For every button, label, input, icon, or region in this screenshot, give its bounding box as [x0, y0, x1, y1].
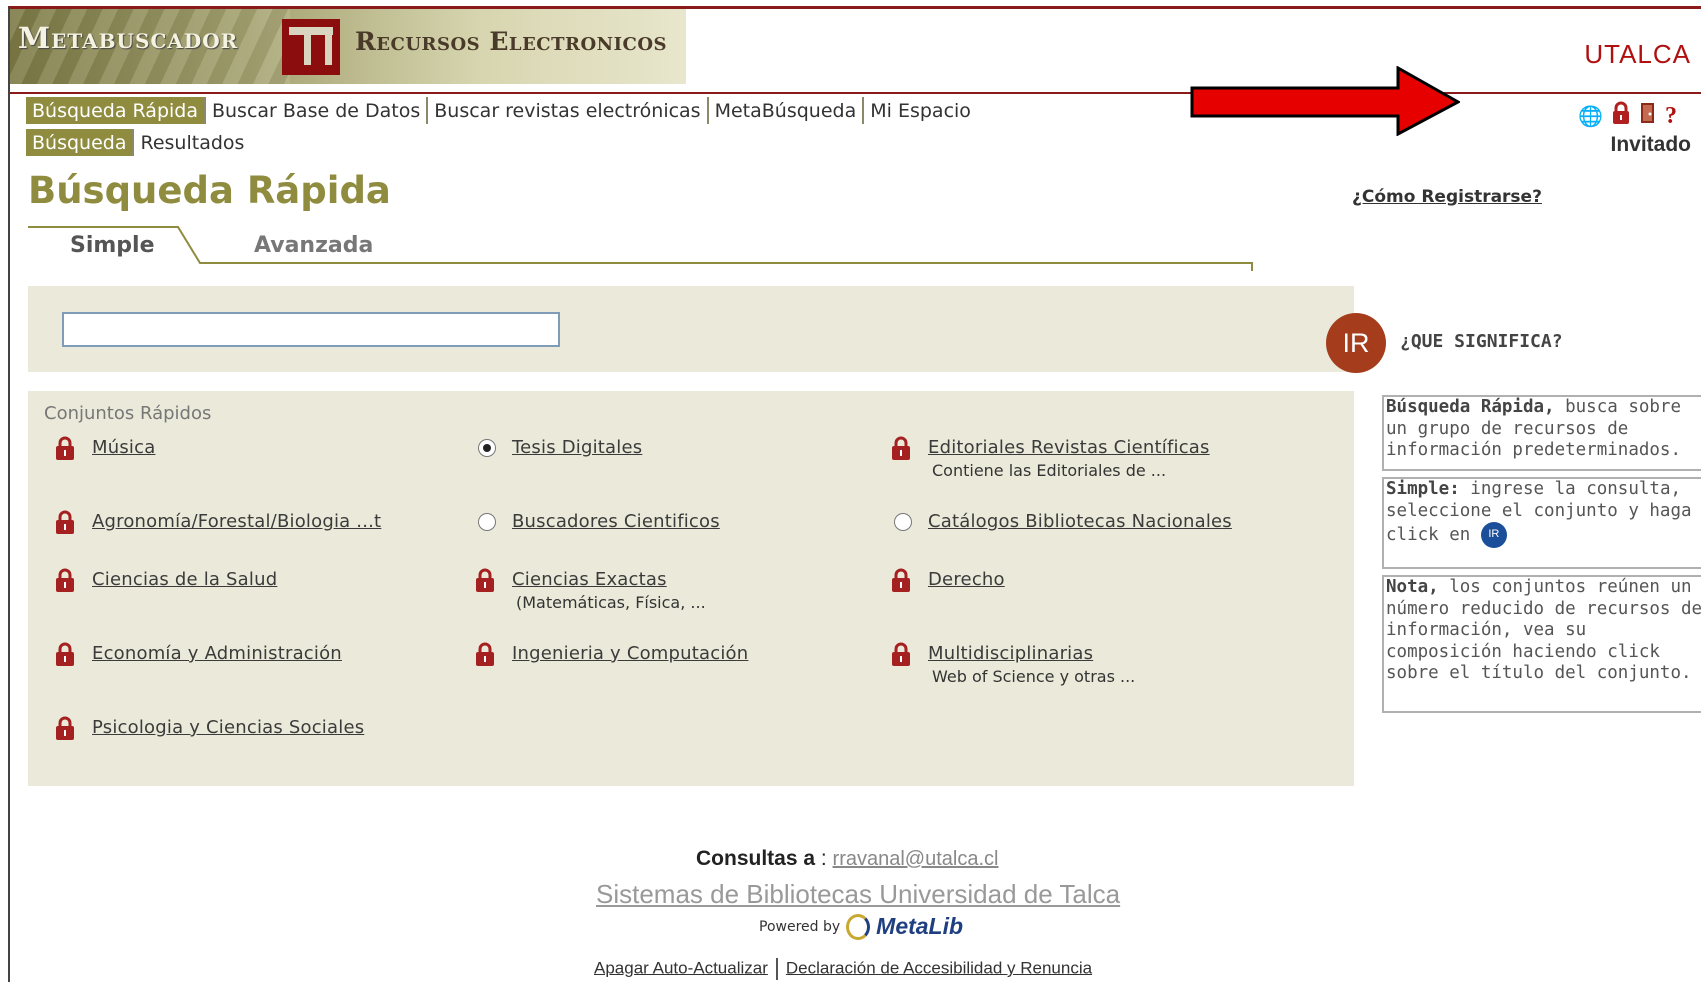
- set-name[interactable]: Buscadores Cientificos: [512, 511, 720, 532]
- secondary-nav: Búsqueda Resultados: [26, 129, 250, 156]
- header-banner: Metabuscador Recursos Electronicos: [10, 9, 686, 84]
- set-name[interactable]: Catálogos Bibliotecas Nacionales: [928, 511, 1232, 532]
- tab-simple-label: Simple: [70, 233, 155, 258]
- radio-icon[interactable]: [478, 513, 496, 531]
- search-input[interactable]: [62, 312, 560, 347]
- quick-sets-panel: Conjuntos Rápidos Música Tesis Digitales…: [28, 391, 1354, 786]
- brand-metabuscador: Metabuscador: [18, 21, 239, 55]
- auto-refresh-link[interactable]: Apagar Auto-Actualizar: [594, 958, 768, 977]
- footer-divider: [775, 958, 778, 980]
- lock-icon: [474, 567, 496, 593]
- red-arrow-annotation: [1190, 66, 1460, 136]
- subnav-busqueda[interactable]: Búsqueda: [26, 129, 133, 156]
- library-link[interactable]: Sistemas de Bibliotecas Universidad de T…: [596, 879, 1120, 910]
- lock-icon: [890, 435, 912, 461]
- subnav-resultados[interactable]: Resultados: [132, 129, 250, 156]
- help-box-simple: Simple: ingrese la consulta, seleccione …: [1382, 477, 1701, 569]
- nav-metabusqueda[interactable]: MetaBúsqueda: [706, 97, 863, 124]
- set-name[interactable]: Ciencias de la Salud: [92, 569, 277, 590]
- exit-door-icon[interactable]: [1639, 101, 1657, 130]
- contact-email-link[interactable]: rravanal@utalca.cl: [833, 848, 999, 870]
- ir-search-button[interactable]: IR: [1326, 313, 1386, 373]
- user-status: Invitado: [1610, 133, 1691, 156]
- lock-icon: [54, 641, 76, 667]
- tab-simple[interactable]: Simple: [28, 221, 218, 265]
- utalca-logo: [282, 19, 340, 75]
- nav-busqueda-rapida[interactable]: Búsqueda Rápida: [26, 97, 204, 124]
- lock-icon: [54, 567, 76, 593]
- user-toolbar: 🌐 ?: [1578, 101, 1677, 130]
- radio-selected-icon[interactable]: [478, 439, 496, 457]
- institution-name: UTALCA: [1584, 39, 1691, 69]
- page-title: Búsqueda Rápida: [28, 169, 391, 212]
- footer-links: Apagar Auto-Actualizar Declaración de Acc…: [594, 958, 1092, 980]
- help-bold: Nota,: [1386, 577, 1439, 597]
- ir-small-icon: IR: [1480, 522, 1507, 548]
- page: Metabuscador Recursos Electronicos UTALC…: [8, 6, 1701, 982]
- powered-by: Powered by MetaLib: [759, 913, 963, 940]
- set-desc: Contiene las Editoriales de ...: [932, 461, 1167, 480]
- help-bold: Simple:: [1386, 479, 1460, 499]
- powered-by-label: Powered by: [759, 918, 841, 935]
- set-name[interactable]: Tesis Digitales: [512, 437, 642, 458]
- help-bold: Búsqueda Rápida,: [1386, 397, 1555, 417]
- nav-buscar-base-datos[interactable]: Buscar Base de Datos: [203, 97, 426, 124]
- help-icon[interactable]: ?: [1665, 104, 1677, 128]
- globe-icon[interactable]: 🌐: [1578, 104, 1603, 128]
- lock-icon[interactable]: [1611, 101, 1631, 130]
- tab-outline: [28, 226, 1253, 271]
- contact-separator: :: [815, 847, 833, 870]
- help-box-nota: Nota, los conjuntos reúnen un número red…: [1382, 575, 1701, 713]
- search-tabs: Simple Avanzada: [28, 221, 1368, 271]
- set-name[interactable]: Agronomía/Forestal/Biologia ...t: [92, 511, 381, 532]
- set-name[interactable]: Música: [92, 437, 155, 458]
- set-desc: (Matemáticas, Física, ...: [516, 593, 706, 612]
- quick-sets-title: Conjuntos Rápidos: [44, 403, 212, 424]
- set-name[interactable]: Ciencias Exactas: [512, 569, 667, 590]
- lock-icon: [890, 641, 912, 667]
- tab-avanzada[interactable]: Avanzada: [254, 233, 373, 258]
- metalib-name: MetaLib: [876, 913, 964, 939]
- lock-icon: [474, 641, 496, 667]
- set-name[interactable]: Multidisciplinarias: [928, 643, 1093, 664]
- set-name[interactable]: Editoriales Revistas Científicas: [928, 437, 1210, 458]
- set-name[interactable]: Derecho: [928, 569, 1005, 590]
- lock-icon: [54, 509, 76, 535]
- lock-icon: [54, 435, 76, 461]
- nav-mi-espacio[interactable]: Mi Espacio: [862, 97, 977, 124]
- set-name[interactable]: Economía y Administración: [92, 643, 342, 664]
- nav-buscar-revistas[interactable]: Buscar revistas electrónicas: [426, 97, 706, 124]
- contact-line: Consultas a : rravanal@utalca.cl: [696, 847, 998, 871]
- accessibility-link[interactable]: Declaración de Accesibilidad y Renuncia: [786, 958, 1092, 977]
- set-desc: Web of Science y otras ...: [932, 667, 1136, 686]
- set-name[interactable]: Psicologia y Ciencias Sociales: [92, 717, 364, 738]
- radio-icon[interactable]: [894, 513, 912, 531]
- help-box-busqueda-rapida: Búsqueda Rápida, busca sobre un grupo de…: [1382, 395, 1701, 471]
- lock-icon: [890, 567, 912, 593]
- set-name[interactable]: Ingenieria y Computación: [512, 643, 748, 664]
- brand-recursos: Recursos Electronicos: [355, 27, 668, 56]
- metalib-logo-icon: [846, 913, 871, 940]
- contact-label: Consultas a: [696, 847, 816, 870]
- register-link[interactable]: ¿Cómo Registrarse?: [1352, 187, 1542, 207]
- what-means-label: ¿QUE SIGNIFICA?: [1400, 331, 1563, 352]
- lock-icon: [54, 715, 76, 741]
- primary-nav: Búsqueda Rápida Buscar Base de Datos Bus…: [26, 97, 977, 124]
- search-panel: [28, 286, 1354, 372]
